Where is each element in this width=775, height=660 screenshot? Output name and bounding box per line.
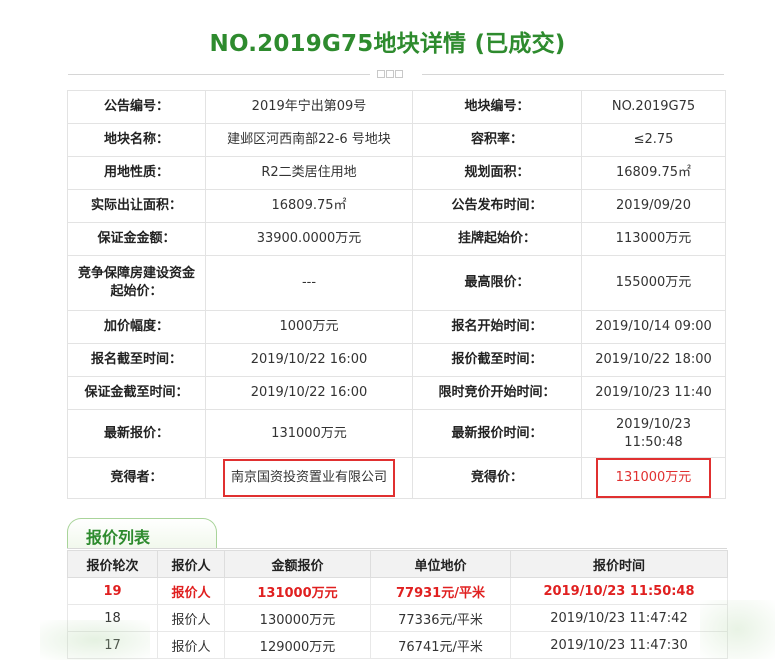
value-increment: 1000万元 (205, 310, 413, 344)
value-land-use: R2二类居住用地 (205, 156, 413, 190)
label-housing-fund-start: 竞争保障房建设资金起始价： (67, 255, 206, 311)
bid-list-table: 报价轮次 报价人 金额报价 单位地价 报价时间 19 报价人 131000万元 … (67, 550, 728, 659)
label-deposit: 保证金金额： (67, 222, 206, 256)
bid-time: 2019/10/23 11:47:42 (510, 604, 728, 632)
detail-row: 实际出让面积： 16809.75㎡ 公告发布时间： 2019/09/20 (67, 189, 726, 223)
value-actual-area: 16809.75㎡ (205, 189, 413, 223)
header-round: 报价轮次 (67, 550, 158, 578)
label-winning-price: 竞得价： (412, 457, 582, 499)
header-unit-price: 单位地价 (370, 550, 511, 578)
bid-amount: 130000万元 (224, 604, 371, 632)
label-winner: 竞得者： (67, 457, 206, 499)
header-bidder: 报价人 (157, 550, 225, 578)
bid-bidder: 报价人 (157, 577, 225, 605)
label-registration-end: 报名截至时间： (67, 343, 206, 377)
label-deposit-end: 保证金截至时间： (67, 376, 206, 410)
value-plot-no: NO.2019G75 (581, 90, 726, 124)
bid-time: 2019/10/23 11:50:48 (510, 577, 728, 605)
detail-row: 加价幅度： 1000万元 报名开始时间： 2019/10/14 09:00 (67, 310, 726, 344)
bid-round: 19 (67, 577, 158, 605)
label-registration-start: 报名开始时间： (412, 310, 582, 344)
value-housing-fund-start: --- (205, 255, 413, 311)
tab-bid-list-label: 报价列表 (86, 528, 151, 547)
value-winner-cell: 南京国资投资置业有限公司 (205, 457, 413, 499)
label-bid-end: 报价截至时间： (412, 343, 582, 377)
detail-row: 报名截至时间： 2019/10/22 16:00 报价截至时间： 2019/10… (67, 343, 726, 377)
detail-row: 公告编号： 2019年宁出第09号 地块编号： NO.2019G75 (67, 90, 726, 124)
label-announcement-no: 公告编号： (67, 90, 206, 124)
label-plot-ratio: 容积率： (412, 123, 582, 157)
detail-row: 保证金金额： 33900.0000万元 挂牌起始价： 113000万元 (67, 222, 726, 256)
label-actual-area: 实际出让面积： (67, 189, 206, 223)
detail-row: 用地性质： R2二类居住用地 规划面积： 16809.75㎡ (67, 156, 726, 190)
value-winning-price: 131000万元 (595, 458, 712, 498)
bid-row: 18 报价人 130000万元 77336元/平米 2019/10/23 11:… (67, 604, 728, 632)
bid-unit-price: 77336元/平米 (370, 604, 511, 632)
detail-row: 竞争保障房建设资金起始价： --- 最高限价： 155000万元 (67, 255, 726, 311)
header-amount: 金额报价 (224, 550, 371, 578)
bid-row: 19 报价人 131000万元 77931元/平米 2019/10/23 11:… (67, 577, 728, 605)
label-timed-bid-start: 限时竞价开始时间： (412, 376, 582, 410)
title-divider (68, 70, 724, 79)
value-bid-end: 2019/10/22 18:00 (581, 343, 726, 377)
detail-row: 竞得者： 南京国资投资置业有限公司 竞得价： 131000万元 (67, 457, 726, 499)
label-starting-price: 挂牌起始价： (412, 222, 582, 256)
label-publish-date: 公告发布时间： (412, 189, 582, 223)
bid-unit-price: 76741元/平米 (370, 631, 511, 659)
detail-row: 保证金截至时间： 2019/10/22 16:00 限时竞价开始时间： 2019… (67, 376, 726, 410)
bid-bidder: 报价人 (157, 631, 225, 659)
value-announcement-no: 2019年宁出第09号 (205, 90, 413, 124)
label-latest-bid: 最新报价： (67, 409, 206, 458)
bid-table-header: 报价轮次 报价人 金额报价 单位地价 报价时间 (67, 550, 728, 578)
tab-underline (67, 548, 727, 549)
bid-row: 17 报价人 129000万元 76741元/平米 2019/10/23 11:… (67, 631, 728, 659)
value-winning-price-cell: 131000万元 (581, 457, 726, 499)
label-max-price: 最高限价： (412, 255, 582, 311)
value-publish-date: 2019/09/20 (581, 189, 726, 223)
bid-amount: 131000万元 (224, 577, 371, 605)
bid-time: 2019/10/23 11:47:30 (510, 631, 728, 659)
value-starting-price: 113000万元 (581, 222, 726, 256)
value-registration-start: 2019/10/14 09:00 (581, 310, 726, 344)
land-detail-table: 公告编号： 2019年宁出第09号 地块编号： NO.2019G75 地块名称：… (67, 90, 726, 499)
label-increment: 加价幅度： (67, 310, 206, 344)
bid-amount: 129000万元 (224, 631, 371, 659)
value-planned-area: 16809.75㎡ (581, 156, 726, 190)
value-winner: 南京国资投资置业有限公司 (222, 459, 395, 497)
bid-unit-price: 77931元/平米 (370, 577, 511, 605)
tab-bid-list[interactable]: 报价列表 (67, 518, 217, 549)
bid-bidder: 报价人 (157, 604, 225, 632)
label-latest-bid-time: 最新报价时间： (412, 409, 582, 458)
page-title: NO.2019G75地块详情 (已成交) (209, 31, 566, 57)
value-plot-ratio: ≤2.75 (581, 123, 726, 157)
value-deposit: 33900.0000万元 (205, 222, 413, 256)
header-bid-time: 报价时间 (510, 550, 728, 578)
value-deposit-end: 2019/10/22 16:00 (205, 376, 413, 410)
label-land-use: 用地性质： (67, 156, 206, 190)
detail-row: 地块名称： 建邺区河西南部22-6 号地块 容积率： ≤2.75 (67, 123, 726, 157)
value-latest-bid: 131000万元 (205, 409, 413, 458)
detail-row: 最新报价： 131000万元 最新报价时间： 2019/10/23 11:50:… (67, 409, 726, 458)
value-plot-name: 建邺区河西南部22-6 号地块 (205, 123, 413, 157)
label-plot-no: 地块编号： (412, 90, 582, 124)
value-max-price: 155000万元 (581, 255, 726, 311)
value-latest-bid-time: 2019/10/23 11:50:48 (581, 409, 726, 458)
value-registration-end: 2019/10/22 16:00 (205, 343, 413, 377)
background-decoration (40, 620, 150, 660)
value-timed-bid-start: 2019/10/23 11:40 (581, 376, 726, 410)
label-plot-name: 地块名称： (67, 123, 206, 157)
background-decoration (700, 600, 775, 659)
label-planned-area: 规划面积： (412, 156, 582, 190)
